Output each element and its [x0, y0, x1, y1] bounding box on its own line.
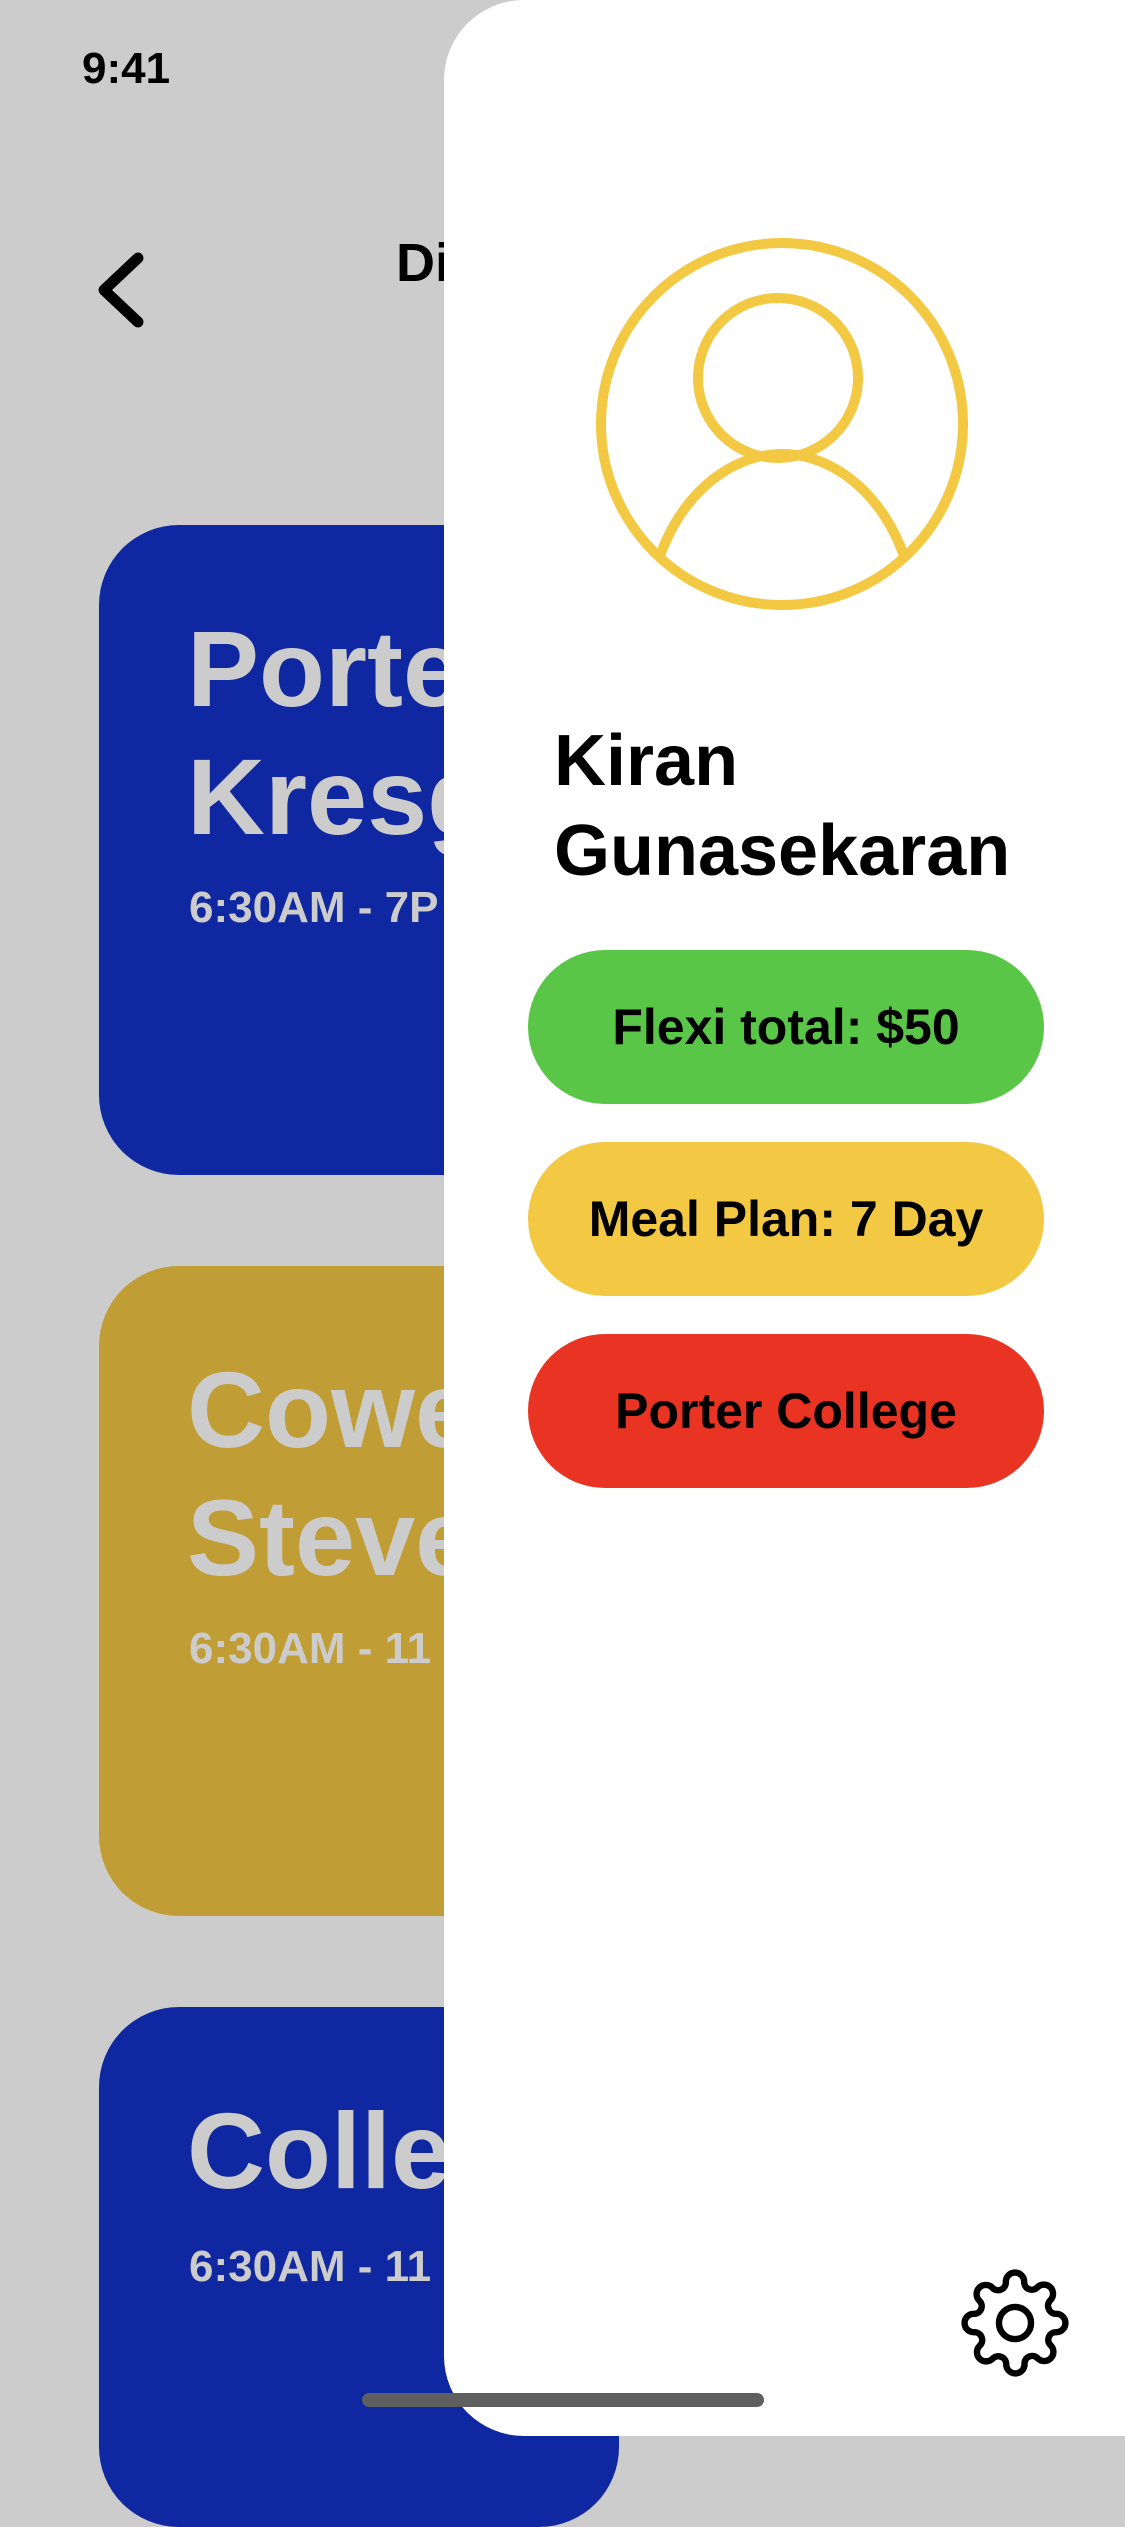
card-hours: 6:30AM - 11	[189, 1624, 432, 1673]
settings-button[interactable]	[960, 2268, 1070, 2378]
user-avatar-icon	[596, 238, 968, 610]
card-title-line: Colle	[187, 2090, 452, 2211]
profile-drawer: Kiran Gunasekaran Flexi total: $50 Meal …	[444, 0, 1125, 2436]
card-title: Colle	[187, 2087, 451, 2215]
card-title-line: Porte	[187, 608, 464, 729]
chevron-left-icon	[98, 252, 144, 328]
avatar	[594, 236, 970, 612]
user-first-name: Kiran	[554, 721, 739, 801]
card-hours: 6:30AM - 7P	[189, 883, 439, 932]
back-button[interactable]	[92, 250, 162, 330]
flexi-total-pill[interactable]: Flexi total: $50	[528, 950, 1044, 1104]
user-last-name: Gunasekaran	[554, 811, 1011, 891]
home-indicator[interactable]	[362, 2393, 764, 2407]
page-title: Di	[396, 233, 450, 293]
meal-plan-pill[interactable]: Meal Plan: 7 Day	[528, 1142, 1044, 1296]
user-name: Kiran Gunasekaran	[554, 716, 1010, 896]
card-title-line: Steve	[187, 1477, 476, 1598]
college-pill[interactable]: Porter College	[528, 1334, 1044, 1488]
card-title-line: Cowe	[187, 1349, 476, 1470]
gear-icon	[961, 2269, 1069, 2377]
card-title: Cowe Steve	[187, 1346, 475, 1602]
card-hours: 6:30AM - 11	[189, 2242, 432, 2291]
status-time: 9:41	[82, 44, 171, 93]
